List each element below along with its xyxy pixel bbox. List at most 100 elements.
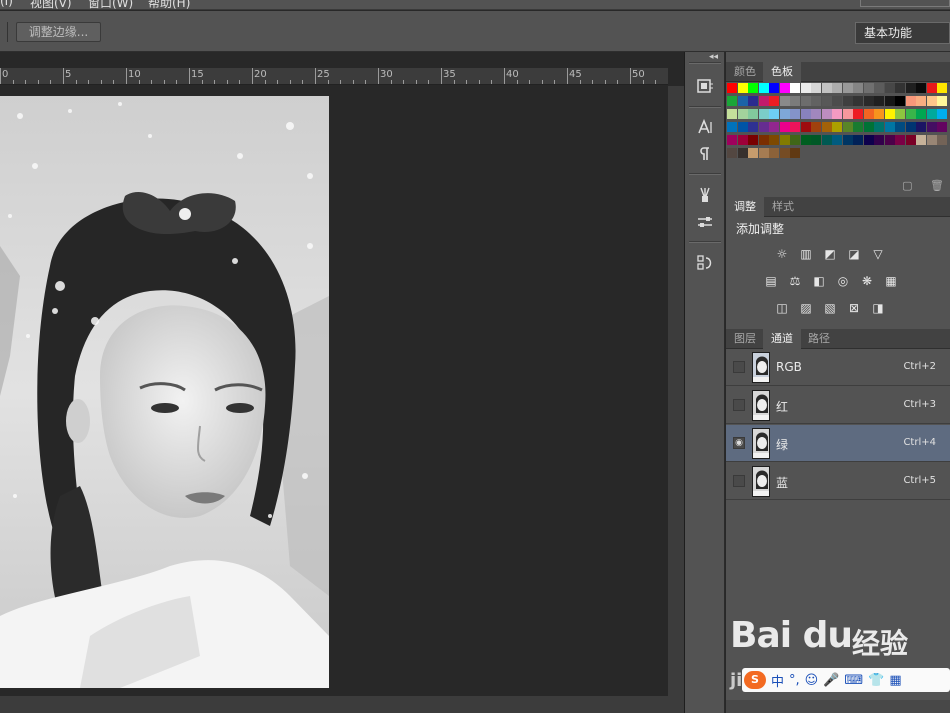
- color-swatch[interactable]: [842, 109, 853, 119]
- color-swatch[interactable]: [811, 83, 821, 93]
- invert-icon[interactable]: ◫: [773, 301, 791, 315]
- threshold-icon[interactable]: ▧: [821, 301, 839, 315]
- vibrance-icon[interactable]: ▽: [869, 247, 887, 261]
- posterize-icon[interactable]: ▨: [797, 301, 815, 315]
- menu-item-view[interactable]: 视图(V): [30, 0, 72, 11]
- tool-preset-icon[interactable]: [693, 210, 717, 234]
- color-swatch[interactable]: [790, 109, 800, 119]
- color-swatch[interactable]: [895, 122, 905, 132]
- brightness-icon[interactable]: ☼: [773, 247, 791, 261]
- color-swatch[interactable]: [905, 109, 916, 119]
- visibility-toggle[interactable]: [733, 399, 745, 411]
- new-swatch-icon[interactable]: ▢: [902, 179, 912, 192]
- color-swatch[interactable]: [737, 148, 748, 158]
- color-swatch[interactable]: [874, 122, 884, 132]
- visibility-toggle[interactable]: [733, 475, 745, 487]
- color-swatch[interactable]: [926, 83, 937, 93]
- color-swatch[interactable]: [779, 148, 790, 158]
- horizontal-scrollbar[interactable]: [0, 696, 668, 713]
- menu-item-image[interactable]: (I): [0, 0, 13, 8]
- color-swatch[interactable]: [905, 83, 916, 93]
- paragraph-icon[interactable]: [693, 142, 717, 166]
- color-swatch[interactable]: [811, 135, 821, 145]
- color-swatch[interactable]: [758, 96, 769, 106]
- color-swatch[interactable]: [895, 83, 905, 93]
- color-swatch[interactable]: [800, 109, 811, 119]
- color-swatch[interactable]: [842, 96, 853, 106]
- color-swatch[interactable]: [779, 96, 790, 106]
- color-swatch[interactable]: [863, 109, 874, 119]
- collapse-panels-icon[interactable]: ◂◂: [709, 52, 718, 62]
- color-swatch[interactable]: [853, 96, 863, 106]
- color-swatch[interactable]: [800, 83, 811, 93]
- color-swatch[interactable]: [863, 96, 874, 106]
- tab-swatches[interactable]: 色板: [763, 62, 801, 82]
- color-swatch[interactable]: [863, 83, 874, 93]
- channel-row[interactable]: 蓝 Ctrl+5: [726, 463, 950, 500]
- color-swatch[interactable]: [926, 96, 937, 106]
- color-swatch[interactable]: [937, 135, 947, 145]
- strip-grip[interactable]: [689, 106, 721, 108]
- color-swatch[interactable]: [811, 109, 821, 119]
- color-swatch[interactable]: [769, 148, 779, 158]
- color-swatch[interactable]: [884, 135, 895, 145]
- strip-grip[interactable]: [689, 62, 721, 64]
- color-swatch[interactable]: [737, 109, 748, 119]
- color-swatch[interactable]: [842, 122, 853, 132]
- color-swatch[interactable]: [895, 135, 905, 145]
- exposure-icon[interactable]: ◪: [845, 247, 863, 261]
- tab-styles[interactable]: 样式: [764, 197, 802, 217]
- color-swatch[interactable]: [737, 135, 748, 145]
- history-icon[interactable]: [693, 74, 717, 98]
- color-swatch[interactable]: [758, 135, 769, 145]
- horizontal-ruler[interactable]: 0 5 10 15 20 25 30 35 40 45 50: [0, 68, 668, 85]
- color-swatch[interactable]: [779, 109, 790, 119]
- color-swatch[interactable]: [842, 135, 853, 145]
- color-swatch[interactable]: [853, 109, 863, 119]
- vertical-scrollbar[interactable]: [668, 86, 684, 713]
- tab-channels[interactable]: 通道: [763, 329, 801, 349]
- color-swatch[interactable]: [790, 148, 800, 158]
- color-lookup-icon[interactable]: ▦: [882, 274, 900, 288]
- color-swatch[interactable]: [905, 122, 916, 132]
- visibility-toggle[interactable]: [733, 361, 745, 373]
- color-swatch[interactable]: [874, 96, 884, 106]
- color-swatch[interactable]: [758, 122, 769, 132]
- color-swatch[interactable]: [926, 135, 937, 145]
- color-swatch[interactable]: [748, 148, 758, 158]
- color-swatch[interactable]: [905, 96, 916, 106]
- color-swatch[interactable]: [748, 122, 758, 132]
- color-swatch[interactable]: [853, 135, 863, 145]
- ime-keyboard-icon[interactable]: ⌨: [844, 673, 863, 688]
- color-swatch[interactable]: [937, 109, 947, 119]
- gradient-map-icon[interactable]: ◨: [869, 301, 887, 315]
- strip-grip[interactable]: [689, 173, 721, 175]
- color-swatch[interactable]: [842, 83, 853, 93]
- color-swatch[interactable]: [926, 122, 937, 132]
- color-swatch[interactable]: [937, 83, 947, 93]
- delete-swatch-icon[interactable]: 🗑: [930, 179, 944, 192]
- color-swatch[interactable]: [832, 109, 842, 119]
- color-swatch[interactable]: [790, 83, 800, 93]
- color-swatch[interactable]: [821, 96, 832, 106]
- color-swatch[interactable]: [737, 96, 748, 106]
- color-swatch[interactable]: [832, 122, 842, 132]
- color-swatch[interactable]: [916, 96, 926, 106]
- clone-source-icon[interactable]: [693, 251, 717, 275]
- color-swatch[interactable]: [769, 83, 779, 93]
- color-swatch[interactable]: [727, 96, 737, 106]
- color-swatch[interactable]: [727, 109, 737, 119]
- color-swatch[interactable]: [926, 109, 937, 119]
- color-swatch[interactable]: [727, 135, 737, 145]
- channel-row[interactable]: 红 Ctrl+3: [726, 387, 950, 424]
- ime-language[interactable]: 中: [771, 671, 784, 690]
- color-swatch[interactable]: [800, 96, 811, 106]
- color-swatch[interactable]: [748, 135, 758, 145]
- channel-row[interactable]: ◉ 绿 Ctrl+4: [726, 425, 950, 462]
- color-swatch[interactable]: [758, 148, 769, 158]
- color-swatch[interactable]: [863, 122, 874, 132]
- color-swatch[interactable]: [769, 96, 779, 106]
- tab-layers[interactable]: 图层: [726, 329, 764, 349]
- color-swatch[interactable]: [779, 122, 790, 132]
- color-swatch[interactable]: [800, 122, 811, 132]
